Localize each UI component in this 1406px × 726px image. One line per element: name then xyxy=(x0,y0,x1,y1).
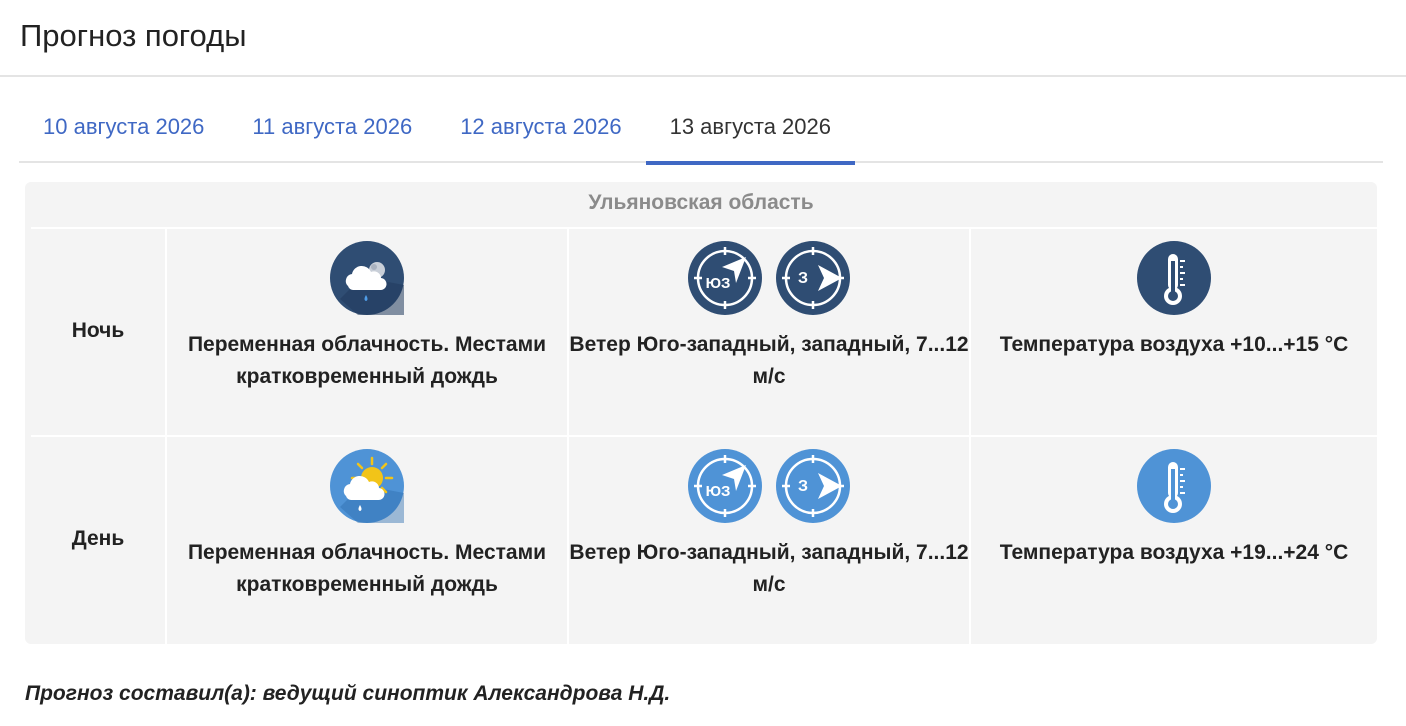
date-tabs: 10 августа 2026 11 августа 2026 12 авгус… xyxy=(19,96,1383,165)
tab-12-august[interactable]: 12 августа 2026 xyxy=(436,96,645,163)
tab-11-august[interactable]: 11 августа 2026 xyxy=(228,96,436,163)
cloudiness-cell: Переменная облачность. Местами кратковре… xyxy=(165,229,567,437)
wind-southwest-icon: ЮЗ xyxy=(688,241,762,315)
cloudiness-cell: Переменная облачность. Местами кратковре… xyxy=(165,437,567,645)
tab-10-august[interactable]: 10 августа 2026 xyxy=(19,96,228,163)
period-cell: Ночь xyxy=(31,229,165,437)
cloudiness-text: Переменная облачность. Местами кратковре… xyxy=(187,333,547,388)
cloud-moon-rain-icon xyxy=(330,241,404,315)
title-divider xyxy=(0,75,1406,77)
forecast-author: Прогноз составил(а): ведущий синоптик Ал… xyxy=(25,682,671,705)
wind-southwest-icon: ЮЗ xyxy=(688,449,762,523)
wind-west-icon: З xyxy=(776,241,850,315)
forecast-grid: Ночь Переменная облачность. Местами крат… xyxy=(31,227,1377,645)
thermometer-icon xyxy=(1137,449,1211,523)
forecast-row-night: Ночь Переменная облачность. Местами крат… xyxy=(31,227,1377,437)
wind-text: Ветер Юго-западный, западный, 7...12 м/с xyxy=(569,333,969,388)
forecast-row-day: День Переменная облачность. Местами крат… xyxy=(31,435,1377,645)
forecast-table: Ульяновская область Ночь Переменная обла… xyxy=(25,182,1377,645)
region-title: Ульяновская область xyxy=(588,191,814,214)
wind-west-icon: З xyxy=(776,449,850,523)
temperature-text: Температура воздуха +10...+15 °C xyxy=(999,333,1349,356)
temperature-cell: Температура воздуха +10...+15 °C xyxy=(969,229,1377,437)
page-title: Прогноз погоды xyxy=(20,18,247,53)
cloudiness-text: Переменная облачность. Местами кратковре… xyxy=(187,541,547,596)
period-label: Ночь xyxy=(71,319,125,342)
temperature-cell: Температура воздуха +19...+24 °C xyxy=(969,437,1377,645)
svg-text:ЮЗ: ЮЗ xyxy=(706,275,731,292)
period-cell: День xyxy=(31,437,165,645)
period-label: День xyxy=(71,527,125,550)
wind-text: Ветер Юго-западный, западный, 7...12 м/с xyxy=(569,541,969,596)
tab-13-august[interactable]: 13 августа 2026 xyxy=(645,96,856,165)
temperature-text: Температура воздуха +19...+24 °C xyxy=(999,541,1349,564)
wind-cell: ЮЗ З Ветер Юго-западный, западный, 7...1… xyxy=(567,229,969,437)
thermometer-icon xyxy=(1137,241,1211,315)
svg-text:ЮЗ: ЮЗ xyxy=(706,483,731,500)
svg-text:З: З xyxy=(798,270,808,287)
svg-text:З: З xyxy=(798,478,808,495)
cloud-sun-rain-icon xyxy=(330,449,404,523)
wind-cell: ЮЗ З Ветер Юго-западный, западный, 7...1… xyxy=(567,437,969,645)
